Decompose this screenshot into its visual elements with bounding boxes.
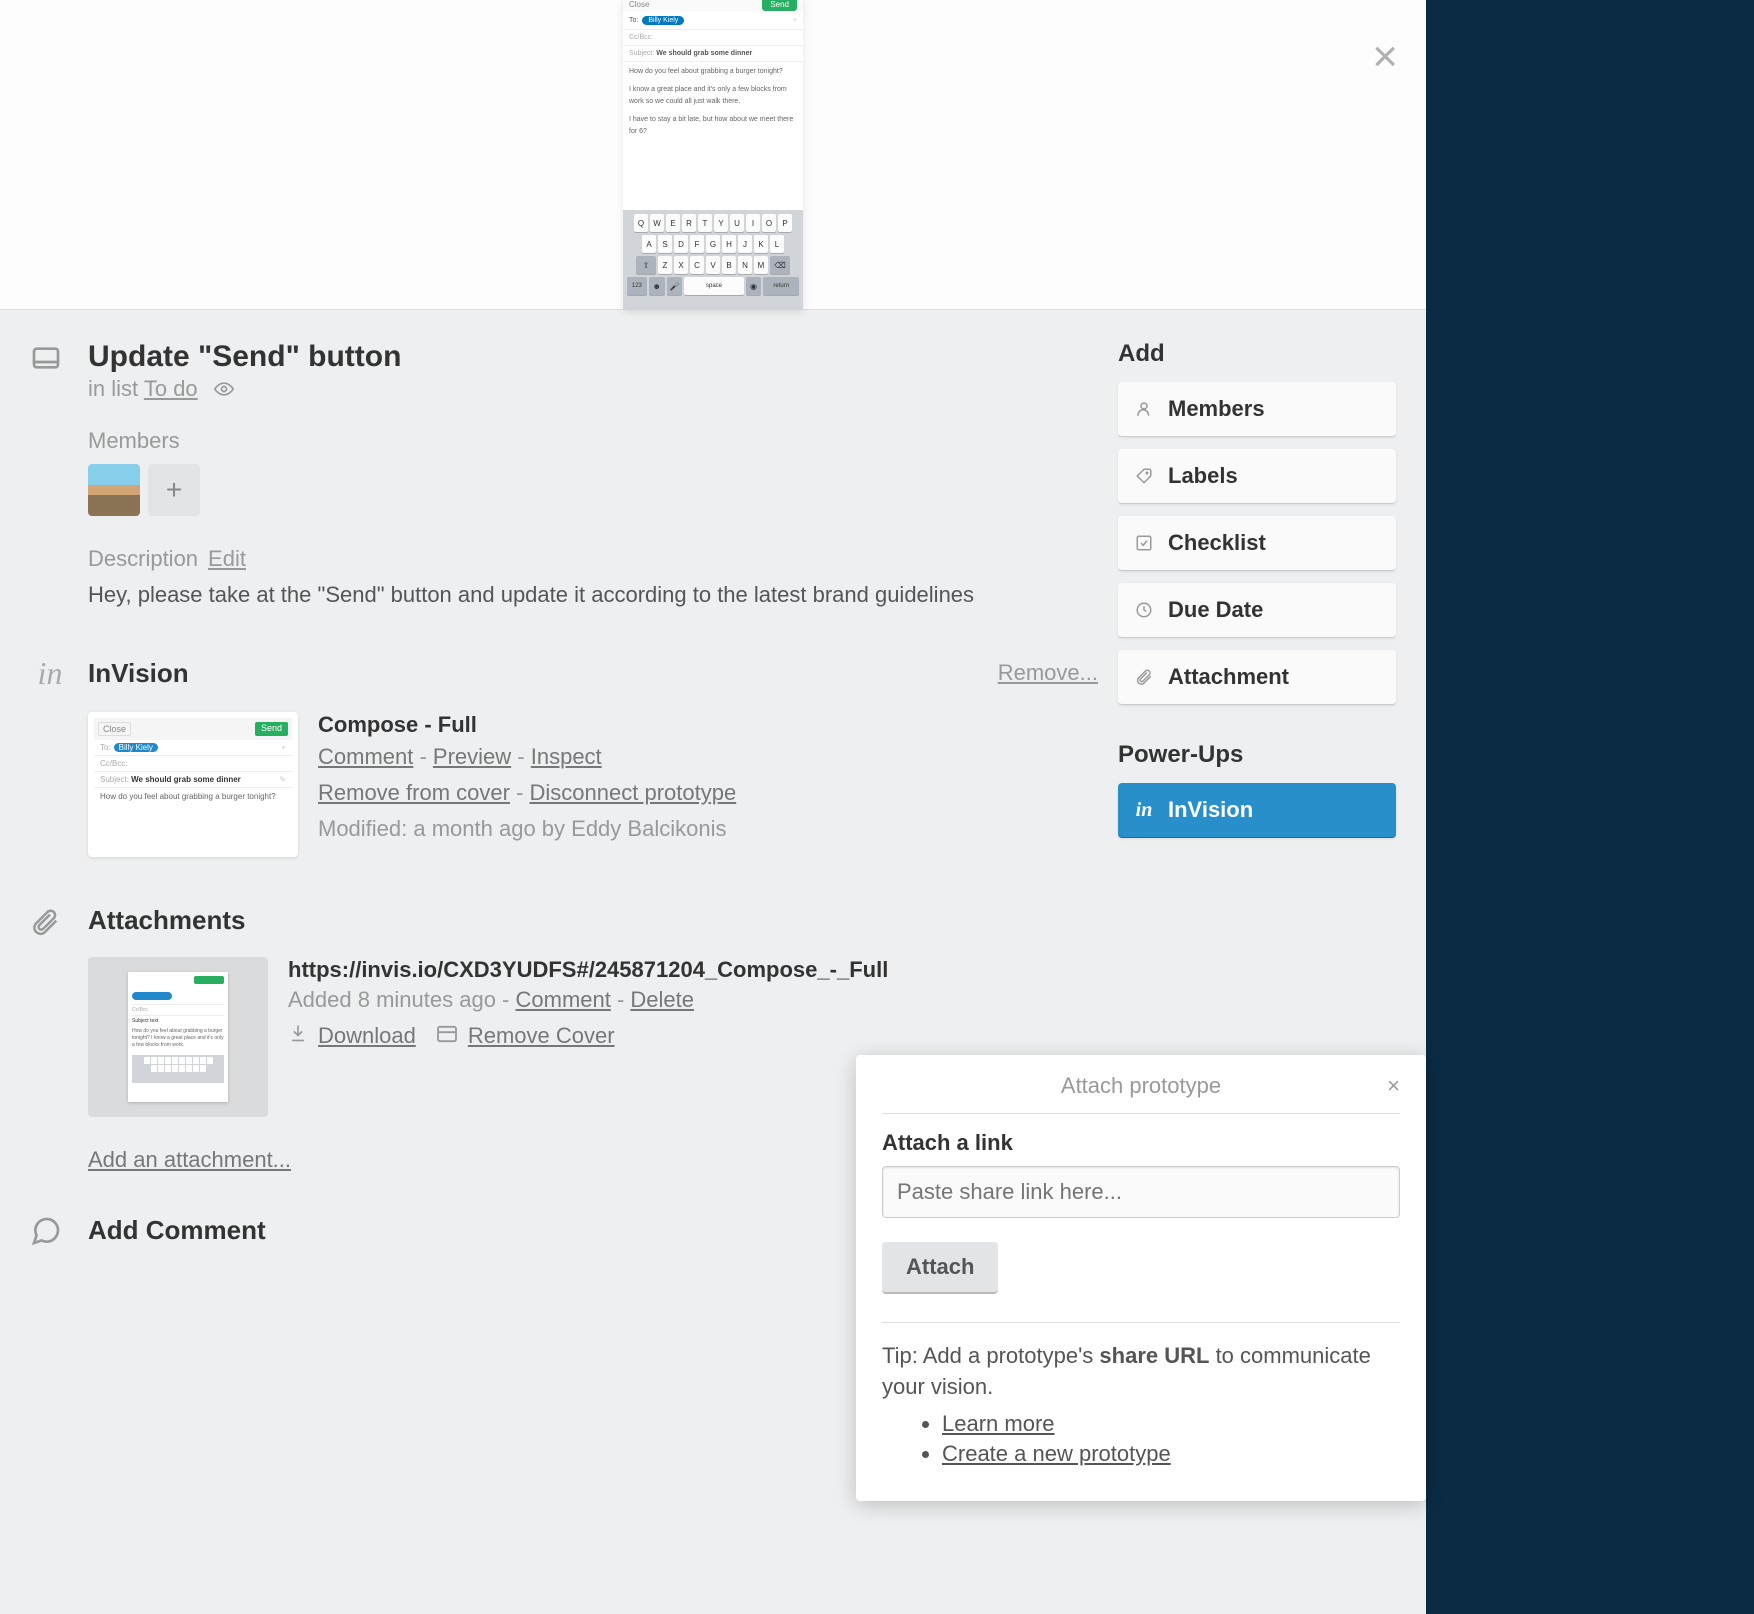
members-button[interactable]: Members: [1118, 382, 1396, 437]
mock-send: Send: [762, 0, 797, 11]
remove-cover-link[interactable]: Remove Cover: [468, 1023, 615, 1049]
labels-icon: [1134, 467, 1154, 485]
disconnect-prototype-link[interactable]: Disconnect prototype: [530, 780, 737, 805]
learn-more-link[interactable]: Learn more: [942, 1411, 1055, 1436]
popover-title: Attach prototype: [1061, 1073, 1221, 1098]
preview-link[interactable]: Preview: [433, 744, 511, 769]
attachment-icon: [30, 907, 70, 937]
share-link-input[interactable]: [882, 1166, 1400, 1218]
popover-subtitle: Attach a link: [882, 1130, 1400, 1156]
description-label: Description: [88, 546, 198, 572]
member-avatar[interactable]: [88, 464, 140, 516]
members-heading: Members: [88, 428, 1098, 454]
mock-keyboard: QWERTYUIOP ASDFGHJKL ⇧ZXCVBNM⌫ 123☻🎤spac…: [623, 210, 803, 310]
members-icon: [1134, 400, 1154, 418]
attach-prototype-popover: Attach prototype × Attach a link Attach …: [856, 1055, 1426, 1501]
attachment-thumbnail[interactable]: Cc/Bcc Subject text How do you feel abou…: [88, 957, 268, 1117]
download-icon: [288, 1023, 308, 1049]
card-modal: Close Send To: Billy Kiely + Cc/Bcc: Sub…: [0, 0, 1426, 1614]
due-date-button[interactable]: Due Date: [1118, 583, 1396, 638]
cover-image: Close Send To: Billy Kiely + Cc/Bcc: Sub…: [623, 0, 803, 310]
attachments-heading: Attachments: [88, 905, 245, 936]
checklist-button[interactable]: Checklist: [1118, 516, 1396, 571]
clock-icon: [1134, 601, 1154, 619]
inspect-link[interactable]: Inspect: [531, 744, 602, 769]
popover-close-icon[interactable]: ×: [1387, 1073, 1400, 1099]
download-link[interactable]: Download: [318, 1023, 416, 1049]
edit-description-link[interactable]: Edit: [208, 546, 246, 572]
attachment-comment-link[interactable]: Comment: [516, 987, 611, 1012]
invision-powerup-button[interactable]: in InVision: [1118, 783, 1396, 838]
invision-modified-text: Modified: a month ago by Eddy Balcikonis: [318, 816, 1098, 842]
invision-icon: in: [30, 655, 70, 692]
cover-icon: [436, 1023, 458, 1049]
invision-attachment: CloseSend To:Billy Kiely+ Cc/Bcc: Subjec…: [30, 712, 1098, 857]
invision-heading: InVision: [88, 658, 189, 689]
invision-item-title: Compose - Full: [318, 712, 1098, 738]
watch-icon[interactable]: [214, 376, 234, 401]
remove-from-cover-link[interactable]: Remove from cover: [318, 780, 510, 805]
card-title[interactable]: Update "Send" button: [88, 340, 401, 374]
close-icon[interactable]: ×: [1372, 32, 1398, 82]
attachment-button[interactable]: Attachment: [1118, 650, 1396, 705]
card-icon: [30, 342, 70, 374]
comment-link[interactable]: Comment: [318, 744, 413, 769]
attachment-side-icon: [1134, 668, 1154, 686]
labels-button[interactable]: Labels: [1118, 449, 1396, 504]
checklist-icon: [1134, 534, 1154, 552]
attachment-url[interactable]: https://invis.io/CXD3YUDFS#/245871204_Co…: [288, 957, 1098, 983]
card-location: in list To do: [88, 376, 401, 402]
popover-tip: Tip: Add a prototype's share URL to comm…: [882, 1341, 1400, 1403]
invision-powerup-icon: in: [1134, 799, 1154, 822]
powerups-heading: Power-Ups: [1118, 741, 1396, 769]
description-text[interactable]: Hey, please take at the "Send" button an…: [88, 580, 1098, 611]
attach-button[interactable]: Attach: [882, 1242, 998, 1294]
mock-close: Close: [629, 0, 649, 9]
comment-icon: [30, 1215, 70, 1247]
attachment-delete-link[interactable]: Delete: [630, 987, 694, 1012]
page-backdrop: [1426, 0, 1754, 1614]
add-comment-heading: Add Comment: [88, 1215, 266, 1246]
add-heading: Add: [1118, 340, 1396, 368]
create-prototype-link[interactable]: Create a new prototype: [942, 1441, 1171, 1466]
attachment-added-text: Added 8 minutes ago: [288, 987, 496, 1012]
list-link[interactable]: To do: [144, 376, 198, 401]
popover-divider: [882, 1322, 1400, 1323]
card-cover: Close Send To: Billy Kiely + Cc/Bcc: Sub…: [0, 0, 1426, 310]
add-member-button[interactable]: +: [148, 464, 200, 516]
invision-thumbnail[interactable]: CloseSend To:Billy Kiely+ Cc/Bcc: Subjec…: [88, 712, 298, 857]
remove-invision-link[interactable]: Remove...: [998, 660, 1098, 686]
